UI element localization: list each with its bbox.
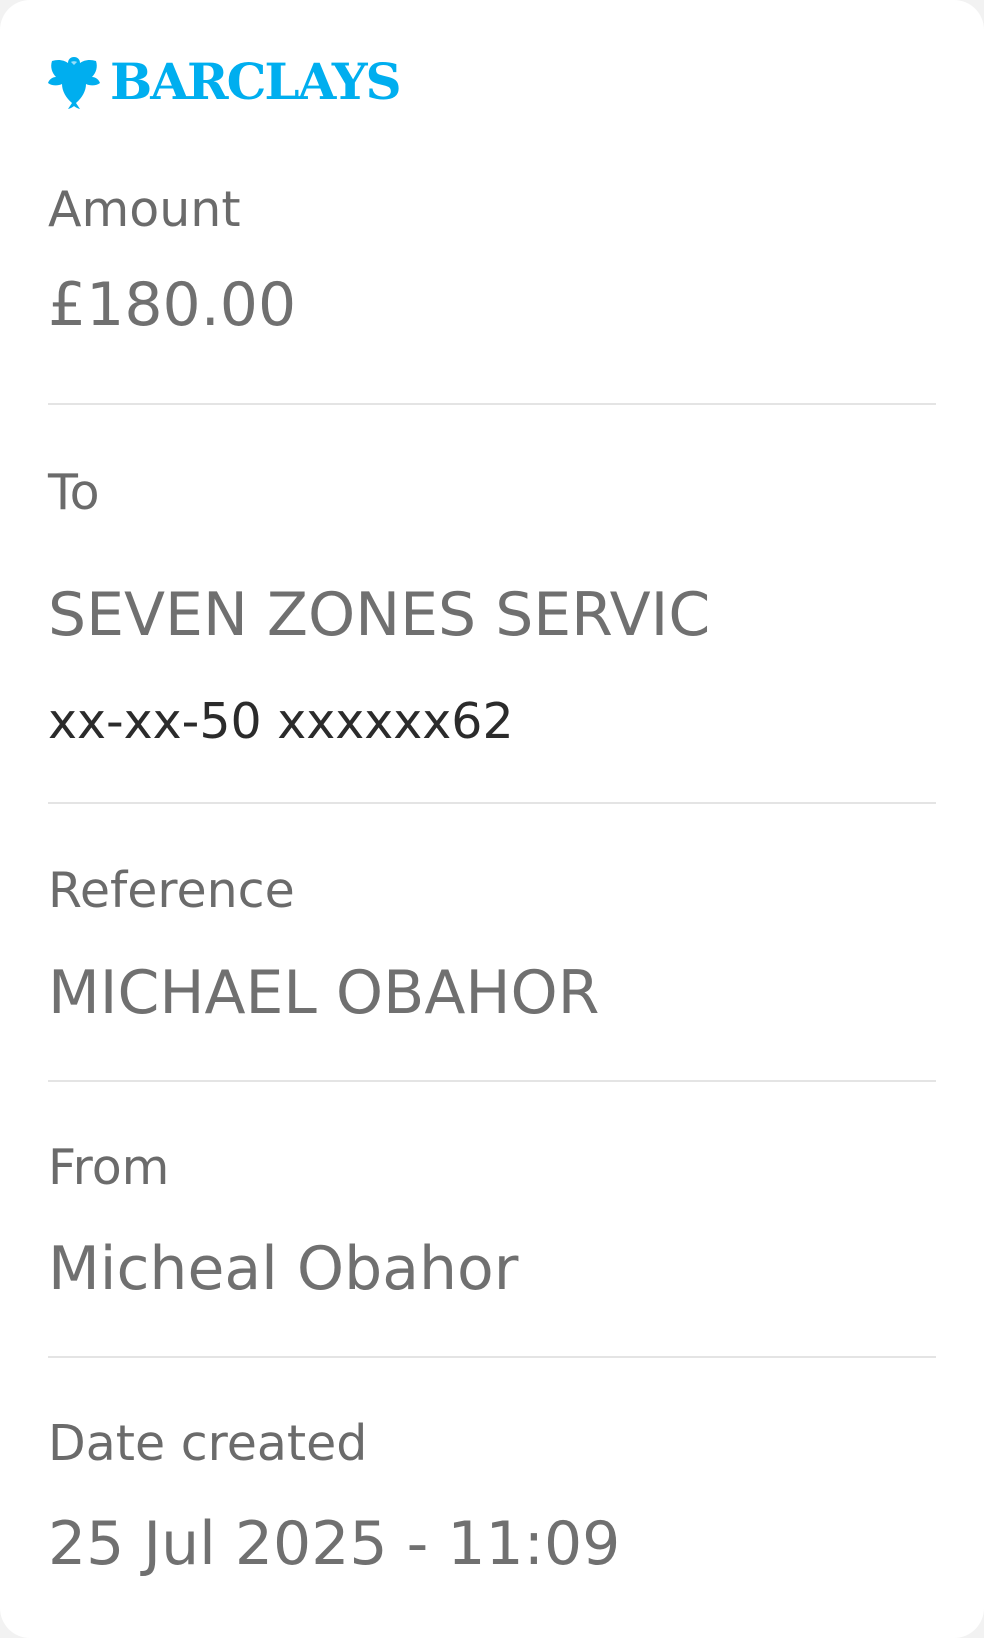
divider <box>48 1080 936 1082</box>
brand-name: BARCLAYS <box>110 52 402 111</box>
barclays-logo: BARCLAYS <box>46 52 402 112</box>
amount-value: £180.00 <box>48 270 297 340</box>
divider <box>48 1356 936 1358</box>
divider <box>48 403 936 405</box>
payment-details-card: BARCLAYS Amount £180.00 To SEVEN ZONES S… <box>0 0 984 1638</box>
date-created-label: Date created <box>48 1415 368 1472</box>
to-label: To <box>48 464 100 521</box>
payee-account: xx-xx-50 xxxxxx62 <box>48 693 514 750</box>
eagle-icon <box>48 57 100 109</box>
divider <box>48 802 936 804</box>
amount-label: Amount <box>48 181 241 238</box>
reference-label: Reference <box>48 862 295 919</box>
from-value: Micheal Obahor <box>48 1234 519 1304</box>
payee-name: SEVEN ZONES SERVIC <box>48 580 711 650</box>
date-created-value: 25 Jul 2025 - 11:09 <box>48 1509 621 1579</box>
reference-value: MICHAEL OBAHOR <box>48 958 600 1028</box>
from-label: From <box>48 1139 170 1196</box>
